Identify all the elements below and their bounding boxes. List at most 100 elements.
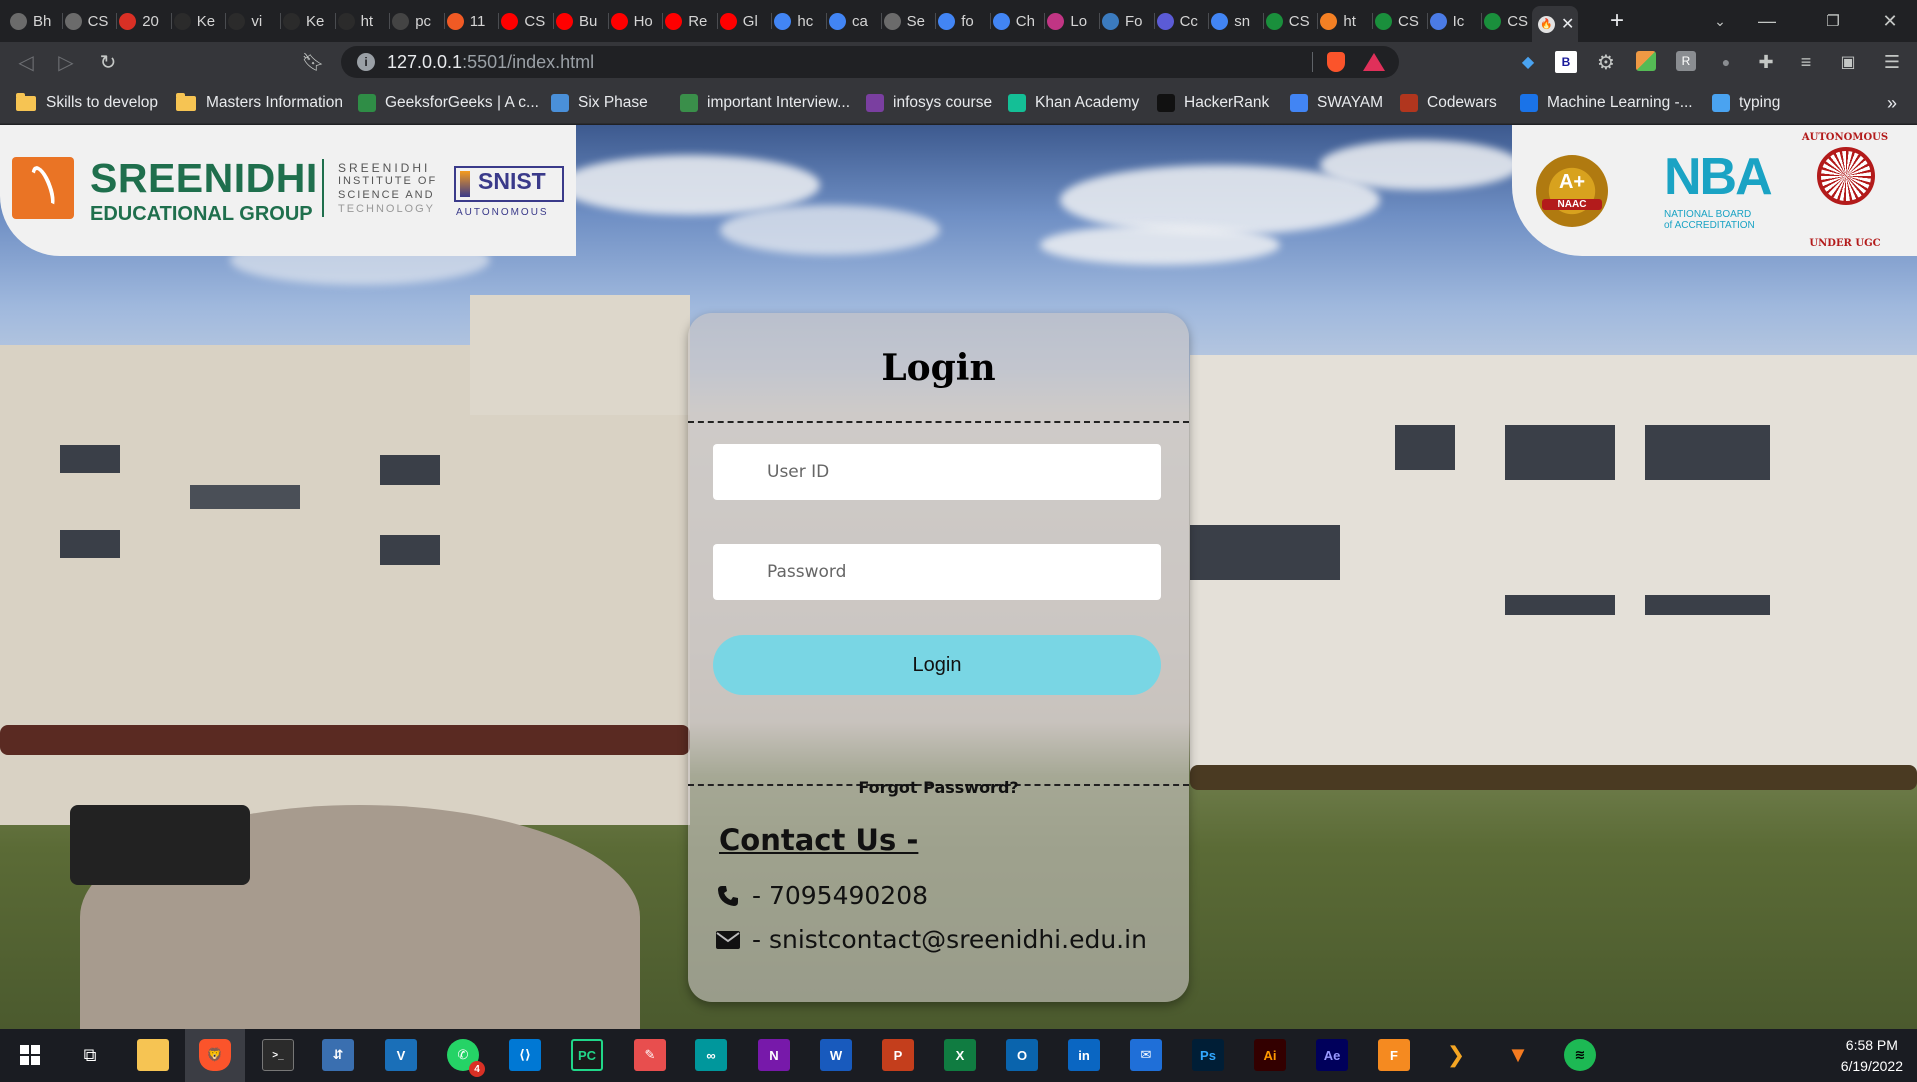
tab-14[interactable]: hc	[774, 7, 823, 35]
tab-2[interactable]: 20	[119, 7, 168, 35]
brave-shield-icon[interactable]	[1327, 52, 1345, 72]
restore-icon[interactable]: ❐	[1821, 9, 1845, 33]
tab-20[interactable]: Fo	[1102, 7, 1151, 35]
tab-9[interactable]: CS	[501, 7, 550, 35]
tab-13[interactable]: Gl	[719, 7, 769, 35]
tab-11[interactable]: Ho	[610, 7, 660, 35]
extension-gem-icon[interactable]: ◆	[1516, 50, 1540, 74]
start-windows-icon[interactable]	[14, 1039, 46, 1071]
word-icon[interactable]: W	[820, 1039, 852, 1071]
tab-5[interactable]: Ke	[283, 7, 332, 35]
menu-icon[interactable]: ☰	[1880, 50, 1904, 74]
extension-r-icon[interactable]: R	[1676, 51, 1696, 71]
mail-icon[interactable]: ✉	[1130, 1039, 1162, 1071]
minimize-icon[interactable]: —	[1755, 9, 1779, 33]
tab-close-icon[interactable]: ✕	[1561, 14, 1574, 34]
after-effects-icon[interactable]: Ae	[1316, 1039, 1348, 1071]
new-tab-icon[interactable]: +	[1604, 7, 1630, 34]
tab-search-icon[interactable]: ⌄	[1708, 9, 1732, 33]
tab-24[interactable]: ht	[1320, 7, 1369, 35]
bookmark-10[interactable]: Machine Learning -...	[1520, 92, 1693, 114]
tab-18[interactable]: Ch	[992, 7, 1042, 35]
tab-3[interactable]: Ke	[173, 7, 223, 35]
bookmark-3[interactable]: Six Phase	[551, 92, 648, 114]
excel-icon[interactable]: X	[944, 1039, 976, 1071]
site-info-icon[interactable]: i	[357, 53, 375, 71]
tab-25[interactable]: CS	[1375, 7, 1424, 35]
forward-icon[interactable]: ▷	[54, 50, 78, 74]
extension-color-icon[interactable]	[1636, 51, 1656, 71]
tab-23[interactable]: CS	[1265, 7, 1315, 35]
network-icon[interactable]: ⇵	[322, 1039, 354, 1071]
bookmark-7[interactable]: HackerRank	[1157, 92, 1269, 114]
wallet-icon[interactable]: ▣	[1836, 50, 1860, 74]
tab-19[interactable]: Lo	[1047, 7, 1096, 35]
pycharm-icon[interactable]: PC	[571, 1039, 603, 1071]
fusion360-icon[interactable]: F	[1378, 1039, 1410, 1071]
flag-icon	[1429, 12, 1447, 30]
bookmark-0[interactable]: Skills to develop	[16, 92, 158, 114]
password-input[interactable]	[713, 544, 1161, 600]
tab-active[interactable]: 🔥 ✕	[1532, 6, 1578, 42]
tab-22[interactable]: sn	[1211, 7, 1260, 35]
tab-17[interactable]: fo	[938, 7, 987, 35]
tab-12[interactable]: Re	[665, 7, 714, 35]
extension-gear-icon[interactable]: ⚙	[1594, 50, 1618, 74]
bookmark-6[interactable]: Khan Academy	[1008, 92, 1139, 114]
tab-21[interactable]: Cc	[1156, 7, 1206, 35]
brave-rewards-icon[interactable]	[1363, 53, 1385, 71]
vlc-like-icon[interactable]: ▼	[1502, 1039, 1534, 1071]
close-window-icon[interactable]: ✕	[1878, 9, 1902, 33]
brave-browser-icon[interactable]: 🦁	[199, 1039, 231, 1071]
tab-label: vi	[251, 12, 263, 30]
userid-input[interactable]	[713, 444, 1161, 500]
tab-6[interactable]: ht	[337, 7, 387, 35]
tab-1[interactable]: CS	[64, 7, 114, 35]
system-clock[interactable]: 6:58 PM 6/19/2022	[1841, 1035, 1903, 1077]
arduino-icon[interactable]: ∞	[695, 1039, 727, 1071]
tab-16[interactable]: Se	[883, 7, 933, 35]
tab-26[interactable]: Ic	[1429, 7, 1479, 35]
powerpoint-icon[interactable]: P	[882, 1039, 914, 1071]
tab-8[interactable]: 11	[446, 7, 496, 35]
bookmark-11[interactable]: typing	[1712, 92, 1780, 114]
reload-icon[interactable]: ↻	[96, 50, 120, 74]
tab-7[interactable]: pc	[392, 7, 441, 35]
address-bar[interactable]: i 127.0.0.1:5501/index.html	[341, 46, 1399, 78]
tab-15[interactable]: ca	[829, 7, 878, 35]
spotify-icon[interactable]: ≋	[1564, 1039, 1596, 1071]
app-red-icon[interactable]: ✎	[634, 1039, 666, 1071]
back-icon[interactable]: ◁	[14, 50, 38, 74]
extension-drop-icon[interactable]: ●	[1716, 50, 1736, 74]
bookmark-page-icon[interactable]: 🔖︎	[301, 50, 325, 74]
bookmark-orange-icon	[446, 12, 464, 30]
bookmark-4[interactable]: important Interview...	[680, 92, 850, 114]
photoshop-icon[interactable]: Ps	[1192, 1039, 1224, 1071]
login-button[interactable]: Login	[713, 635, 1161, 695]
forgot-password-link[interactable]: Forgot Password?	[688, 778, 1189, 797]
bookmark-9[interactable]: Codewars	[1400, 92, 1497, 114]
media-queue-icon[interactable]: ≡	[1794, 50, 1818, 74]
tab-27[interactable]: CS	[1484, 7, 1533, 35]
file-explorer-icon[interactable]	[137, 1039, 169, 1071]
outlook-icon[interactable]: O	[1006, 1039, 1038, 1071]
onenote-icon[interactable]: N	[758, 1039, 790, 1071]
terminal-icon[interactable]: >_	[262, 1039, 294, 1071]
illustrator-icon[interactable]: Ai	[1254, 1039, 1286, 1071]
whatsapp-icon[interactable]: ✆ 4	[447, 1039, 485, 1077]
extensions-puzzle-icon[interactable]: ✚	[1754, 50, 1778, 74]
extension-b-icon[interactable]: B	[1555, 51, 1577, 73]
tab-0[interactable]: Bh	[10, 7, 59, 35]
tab-4[interactable]: vi	[228, 7, 277, 35]
vscode-icon[interactable]: ⟨⟩	[509, 1039, 541, 1071]
tab-10[interactable]: Bu	[556, 7, 605, 35]
more-bookmarks-icon[interactable]: »	[1880, 91, 1904, 115]
chevron-app-icon[interactable]: ❯	[1440, 1039, 1472, 1071]
bookmark-1[interactable]: Masters Information	[176, 92, 343, 114]
bookmark-2[interactable]: GeeksforGeeks | A c...	[358, 92, 539, 114]
task-view-icon[interactable]: ⧉	[74, 1039, 106, 1071]
virtualbox-icon[interactable]: V	[385, 1039, 417, 1071]
linkedin-icon[interactable]: in	[1068, 1039, 1100, 1071]
bookmark-8[interactable]: SWAYAM	[1290, 92, 1383, 114]
bookmark-5[interactable]: infosys course	[866, 92, 992, 114]
